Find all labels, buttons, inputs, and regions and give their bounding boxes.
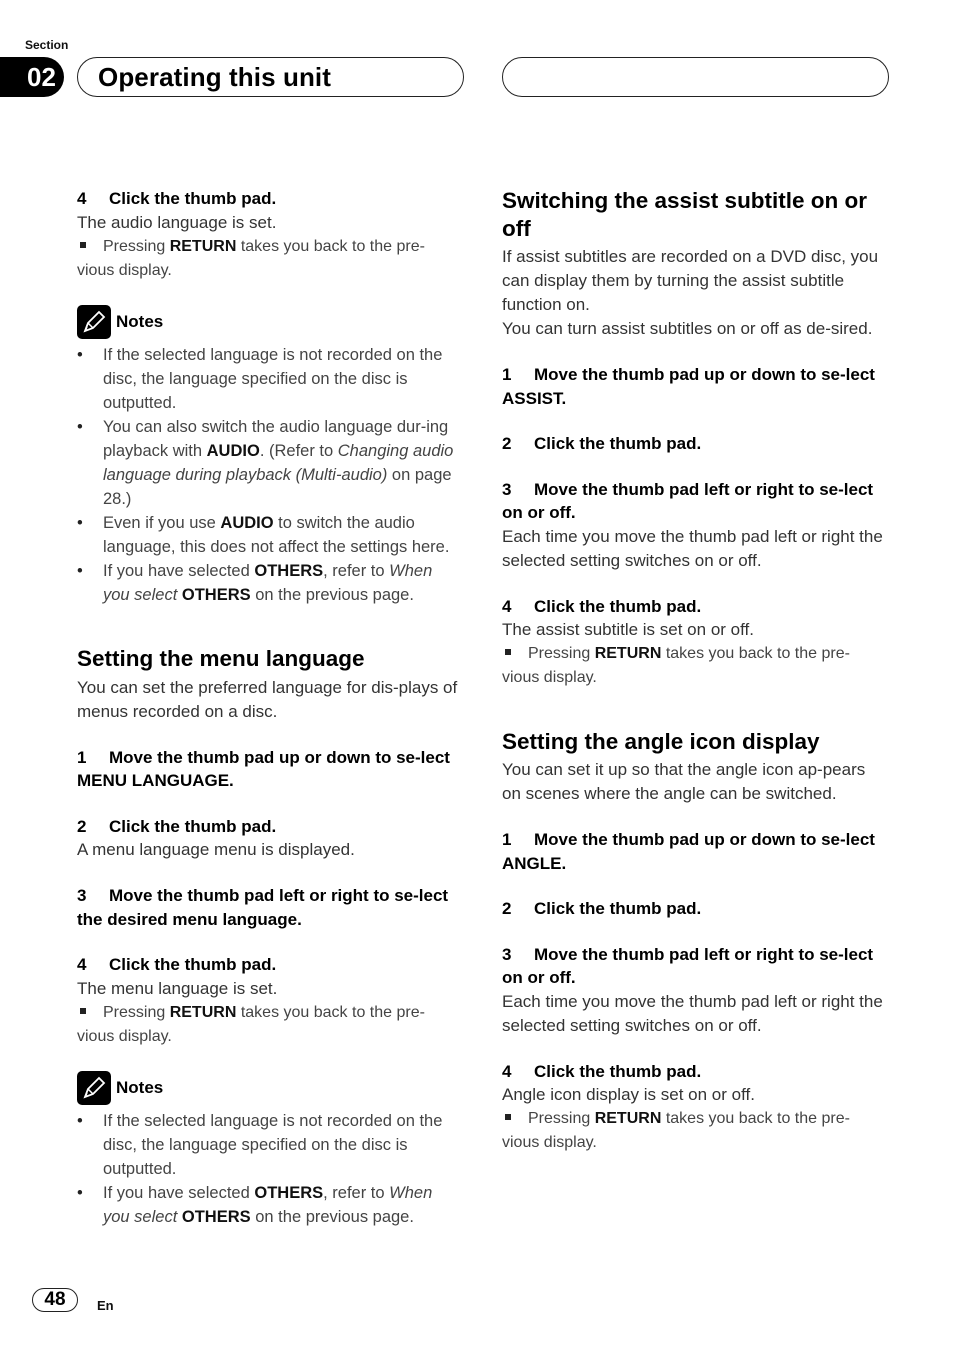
step-heading: 2 Click the thumb pad.: [77, 816, 277, 836]
step-heading: 3 Move the thumb pad left or right to se-…: [502, 479, 874, 523]
square-bullet-icon: [505, 649, 511, 656]
notes-list: If the selected language is not recorded…: [77, 343, 462, 607]
step-heading: 2 Click the thumb pad.: [502, 434, 702, 453]
step-heading: 3 Move the thumb pad left or right to se-…: [77, 886, 449, 929]
return-note: Pressing RETURN takes you back to the pr…: [502, 1110, 850, 1151]
note-item: If the selected language is not recorded…: [77, 1109, 462, 1181]
notes-label: Notes: [116, 311, 164, 331]
step-result: A menu language menu is displayed.: [77, 840, 355, 859]
step-result: Each time you move the thumb pad left or…: [502, 991, 883, 1035]
section-intro: You can turn assist subtitles on or off …: [502, 319, 873, 338]
step-heading: 2 Click the thumb pad.: [502, 899, 702, 918]
step-result: Each time you move the thumb pad left or…: [502, 526, 883, 570]
notes-list: If the selected language is not recorded…: [77, 1109, 462, 1229]
step-result: The assist subtitle is set on or off.: [502, 620, 754, 639]
square-bullet-icon: [80, 241, 86, 248]
step-heading: 1 Move the thumb pad up or down to se-lec…: [502, 830, 875, 873]
section-label: Section: [25, 38, 69, 52]
section-heading: Setting the menu language: [77, 645, 365, 671]
step-result: Angle icon display is set on or off.: [502, 1085, 755, 1104]
step-heading: 4 Click the thumb pad.: [502, 596, 702, 616]
pencil-icon: [77, 304, 111, 339]
section-number-badge: 02: [0, 57, 64, 97]
step-heading: 1 Move the thumb pad up or down to se-lec…: [77, 747, 450, 791]
language-code: En: [97, 1298, 114, 1313]
section-heading: Setting the angle icon display: [502, 729, 820, 754]
section-intro: If assist subtitles are recorded on a DV…: [502, 247, 879, 314]
square-bullet-icon: [505, 1114, 511, 1121]
right-column: Switching the assist subtitle on or off …: [502, 187, 887, 1155]
note-item: If the selected language is not recorded…: [77, 343, 462, 415]
left-column: 4 Click the thumb pad. The audio language…: [77, 187, 462, 1229]
section-intro: You can set the preferred language for d…: [77, 677, 458, 721]
step-heading: 4 Click the thumb pad.: [77, 189, 277, 208]
step-heading: 4 Click the thumb pad.: [77, 955, 277, 974]
return-note: Pressing RETURN takes you back to the pr…: [77, 1003, 425, 1045]
section-heading: Switching the assist subtitle on or off: [502, 188, 868, 241]
step-result: The menu language is set.: [77, 978, 278, 998]
square-bullet-icon: [80, 1007, 86, 1014]
step-heading: 4 Click the thumb pad.: [502, 1061, 702, 1081]
page-title: Operating this unit: [77, 57, 464, 97]
return-note: Pressing RETURN takes you back to the pr…: [502, 645, 850, 686]
notes-header: Notes: [77, 304, 462, 339]
section-intro: You can set it up so that the angle icon…: [502, 760, 866, 803]
notes-label: Notes: [116, 1077, 164, 1097]
notes-header: Notes: [77, 1070, 462, 1105]
note-item: If you have selected OTHERS, refer to Wh…: [77, 559, 462, 607]
pencil-icon: [77, 1070, 111, 1105]
note-item: You can also switch the audio language d…: [77, 415, 462, 511]
empty-header-pill: [502, 57, 889, 97]
return-note: Pressing RETURN takes you back to the pr…: [77, 237, 425, 279]
note-item: Even if you use AUDIO to switch the audi…: [77, 511, 462, 559]
page-number: 48: [32, 1288, 78, 1312]
note-item: If you have selected OTHERS, refer to Wh…: [77, 1181, 462, 1229]
step-heading: 1 Move the thumb pad up or down to se-lec…: [502, 365, 875, 408]
step-heading: 3 Move the thumb pad left or right to se-…: [502, 944, 874, 988]
step-result: The audio language is set.: [77, 212, 277, 232]
